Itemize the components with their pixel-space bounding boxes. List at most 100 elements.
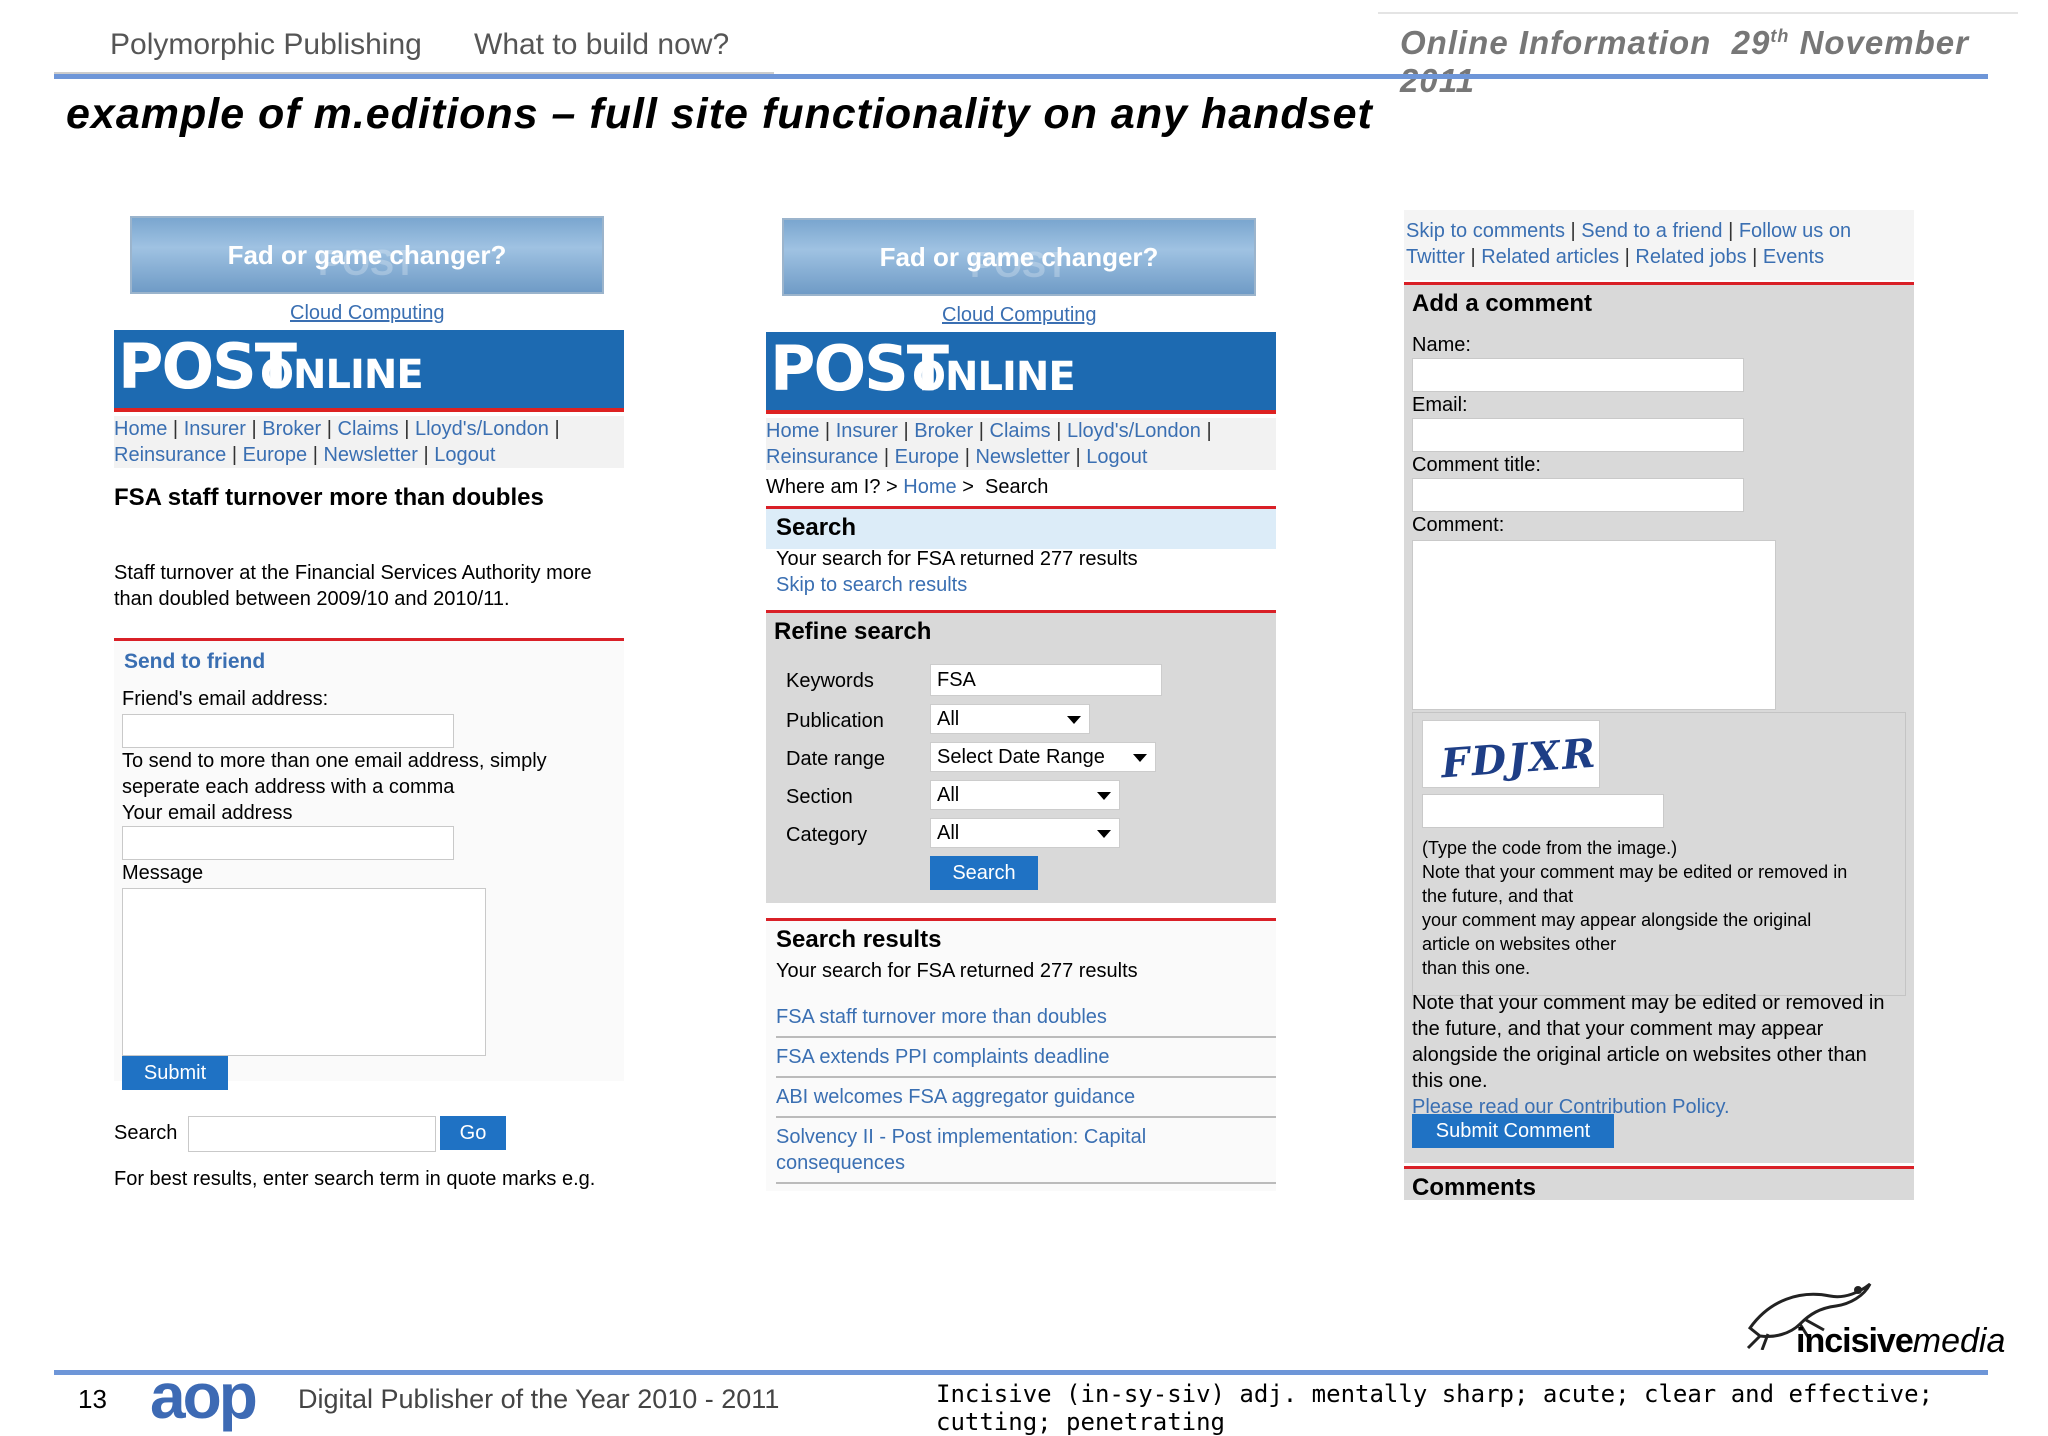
comment-title-input[interactable]	[1412, 478, 1744, 512]
header-divider-top	[1378, 12, 2018, 14]
friend-email-label: Friend's email address:	[122, 688, 329, 710]
nav-broker[interactable]: Broker	[914, 420, 973, 442]
promo-banner[interactable]: POST Fad or game changer?	[782, 218, 1256, 296]
nav-newsletter[interactable]: Newsletter	[975, 446, 1069, 468]
banner-text: Fad or game changer?	[227, 240, 507, 270]
search-input[interactable]	[188, 1116, 436, 1152]
nav-home[interactable]: Home	[766, 420, 819, 442]
refine-heading: Refine search	[774, 618, 932, 645]
article-body-line2: than doubled between 2009/10 and 2010/11…	[114, 588, 510, 610]
skip-to-comments-link[interactable]: Skip to comments	[1406, 220, 1565, 242]
help-text-line1: To send to more than one email address, …	[122, 750, 547, 772]
result-link[interactable]: Solvency II - Post implementation: Capit…	[776, 1126, 1146, 1149]
add-comment-heading: Add a comment	[1412, 290, 1593, 317]
send-to-friend-link[interactable]: Send to a friend	[1581, 220, 1722, 242]
date-range-select[interactable]: Select Date Range	[930, 742, 1156, 772]
note-line: alongside the original article on websit…	[1412, 1044, 1867, 1066]
email-label: Email:	[1412, 394, 1468, 416]
message-label: Message	[122, 862, 204, 884]
result-link[interactable]: FSA extends PPI complaints deadline	[776, 1046, 1110, 1069]
your-email-input[interactable]	[122, 826, 454, 860]
logo-online: ONLINE	[912, 354, 1076, 400]
submit-comment-button[interactable]: Submit Comment	[1412, 1114, 1614, 1148]
header-blue-rule	[54, 74, 1988, 79]
result-link[interactable]: ABI welcomes FSA aggregator guidance	[776, 1086, 1135, 1109]
nav-logout[interactable]: Logout	[434, 444, 495, 466]
comment-label: Comment:	[1412, 514, 1505, 536]
result-link-continuation[interactable]: consequences	[776, 1152, 905, 1175]
breadcrumb-home[interactable]: Home	[903, 476, 956, 498]
related-articles-link[interactable]: Related articles	[1481, 246, 1619, 268]
message-textarea[interactable]	[122, 888, 486, 1056]
nav-europe[interactable]: Europe	[895, 446, 960, 468]
captcha-image: FDJXR	[1422, 720, 1600, 788]
nav-reinsurance[interactable]: Reinsurance	[766, 446, 878, 468]
nav-lloyds[interactable]: Lloyd's/London	[1067, 420, 1201, 442]
category-label: Category	[786, 824, 868, 846]
incisive-definition: Incisive (in-sy-siv) adj. mentally sharp…	[936, 1380, 1933, 1436]
nav-insurer[interactable]: Insurer	[184, 418, 246, 440]
nav-logout[interactable]: Logout	[1086, 446, 1147, 468]
skip-to-results-link[interactable]: Skip to search results	[776, 574, 967, 597]
nav-lloyds[interactable]: Lloyd's/London	[415, 418, 549, 440]
keywords-input[interactable]: FSA	[930, 664, 1162, 696]
go-button[interactable]: Go	[440, 1116, 506, 1150]
breadcrumb-label: Where am I? >	[766, 476, 898, 498]
nav-claims[interactable]: Claims	[338, 418, 399, 440]
slide-title: example of m.editions – full site functi…	[66, 90, 1373, 138]
comment-textarea[interactable]	[1412, 540, 1776, 710]
nav-row-1: Home | Insurer | Broker | Claims | Lloyd…	[766, 420, 1212, 442]
breadcrumb-current: Search	[985, 476, 1049, 498]
nav-insurer[interactable]: Insurer	[836, 420, 898, 442]
moderation-note: Note that your comment may be edited or …	[1412, 990, 1884, 1094]
result-link[interactable]: FSA staff turnover more than doubles	[776, 1006, 1107, 1029]
phone-screen-search: POST Fad or game changer? Cloud Computin…	[766, 200, 1278, 1191]
top-links-row1: Skip to comments | Send to a friend | Fo…	[1406, 220, 1852, 242]
footer-blue-rule	[54, 1370, 1988, 1375]
captcha-line: than this one.	[1422, 958, 1531, 978]
date-range-label: Date range	[786, 748, 885, 770]
brand-bold: incisive	[1796, 1322, 1914, 1360]
comment-title-label: Comment title:	[1412, 454, 1541, 476]
result-divider	[776, 1076, 1276, 1078]
nav-claims[interactable]: Claims	[990, 420, 1051, 442]
captcha-line: article on websites other	[1422, 934, 1617, 954]
chevron-down-icon	[1067, 716, 1081, 724]
nav-europe[interactable]: Europe	[243, 444, 308, 466]
follow-us-link[interactable]: Follow us on	[1739, 220, 1851, 242]
refine-search-button[interactable]: Search	[930, 856, 1038, 890]
chevron-down-icon	[1097, 792, 1111, 800]
cloud-computing-link[interactable]: Cloud Computing	[942, 304, 1097, 327]
search-label: Search	[114, 1122, 178, 1144]
nav-newsletter[interactable]: Newsletter	[323, 444, 417, 466]
note-line: this one.	[1412, 1070, 1488, 1092]
main-nav: Home | Insurer | Broker | Claims | Lloyd…	[114, 416, 624, 468]
nav-home[interactable]: Home	[114, 418, 167, 440]
twitter-link[interactable]: Twitter	[1406, 246, 1465, 268]
promo-banner[interactable]: POST Fad or game changer?	[130, 216, 604, 294]
events-link[interactable]: Events	[1763, 246, 1824, 268]
name-label: Name:	[1412, 334, 1471, 356]
event-day-suffix: th	[1770, 26, 1790, 46]
friend-email-input[interactable]	[122, 714, 454, 748]
event-day: 29	[1731, 24, 1771, 61]
top-links-row2: Twitter | Related articles | Related job…	[1406, 246, 1825, 268]
incisive-media-wordmark: incisivemedia	[1796, 1322, 2005, 1361]
nav-broker[interactable]: Broker	[262, 418, 321, 440]
nav-reinsurance[interactable]: Reinsurance	[114, 444, 226, 466]
name-input[interactable]	[1412, 358, 1744, 392]
cloud-computing-link[interactable]: Cloud Computing	[290, 302, 445, 325]
publication-select[interactable]: All	[930, 704, 1090, 734]
submit-button[interactable]: Submit	[122, 1056, 228, 1090]
article-body-line1: Staff turnover at the Financial Services…	[114, 562, 592, 584]
category-select[interactable]: All	[930, 818, 1120, 848]
email-input[interactable]	[1412, 418, 1744, 452]
search-hint: For best results, enter search term in q…	[114, 1168, 596, 1190]
postonline-logo: POST ONLINE	[114, 330, 624, 412]
related-jobs-link[interactable]: Related jobs	[1635, 246, 1746, 268]
section-select[interactable]: All	[930, 780, 1120, 810]
send-to-friend-heading: Send to friend	[124, 650, 266, 673]
header-company: Polymorphic Publishing	[110, 28, 422, 61]
note-line: the future, and that your comment may ap…	[1412, 1018, 1824, 1040]
captcha-input[interactable]	[1422, 794, 1664, 828]
